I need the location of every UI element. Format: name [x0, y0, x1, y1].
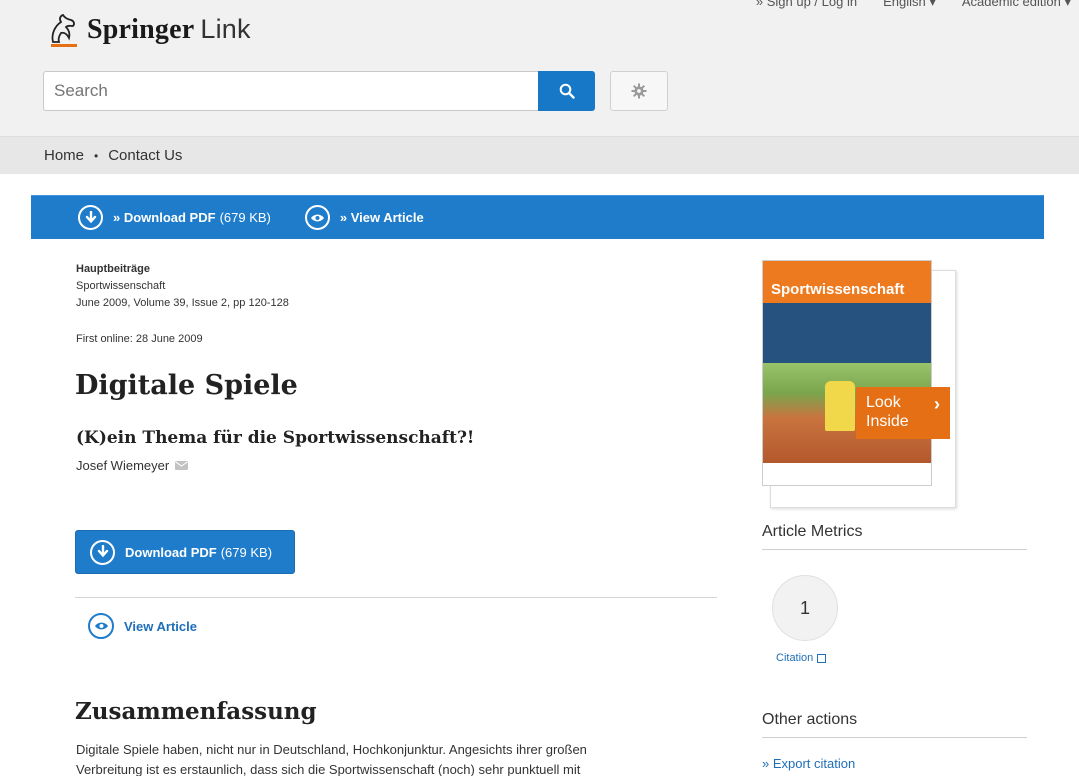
download-pdf-button[interactable]: Download PDF (679 KB) — [75, 530, 295, 574]
eye-icon — [304, 205, 330, 230]
article-metrics-heading: Article Metrics — [762, 523, 1027, 550]
cover-contents-block — [763, 303, 931, 363]
download-icon — [90, 539, 115, 565]
search-settings-button[interactable] — [610, 71, 668, 111]
springer-horse-icon — [45, 12, 81, 48]
edition-dropdown[interactable]: Academic edition ▾ — [962, 0, 1071, 10]
issue-info: June 2009, Volume 39, Issue 2, pp 120-12… — [76, 297, 289, 309]
view-article-label: View Article — [124, 618, 197, 634]
top-links: » Sign up / Log in English ▾ Academic ed… — [756, 0, 1071, 10]
mail-icon[interactable] — [175, 461, 189, 470]
springer-logo[interactable]: Springer Link — [45, 12, 251, 48]
signup-login-link[interactable]: » Sign up / Log in — [756, 0, 857, 10]
nav-contact-us[interactable]: Contact Us — [108, 147, 182, 164]
nav-separator: • — [94, 148, 99, 163]
logo-wordmark: Springer Link — [87, 14, 251, 45]
first-online: First online: 28 June 2009 — [76, 333, 203, 345]
eye-icon — [88, 613, 114, 639]
gear-icon — [631, 83, 647, 99]
abstract-heading: Zusammenfassung — [75, 698, 317, 725]
article-section: Hauptbeiträge — [76, 263, 150, 275]
bar-view-article[interactable]: » View Article — [304, 205, 424, 230]
citation-count-badge: 1 — [772, 575, 838, 641]
view-article-link[interactable]: View Article — [88, 613, 197, 639]
bar-download-pdf[interactable]: » Download PDF (679 KB) — [78, 205, 271, 230]
nav-home[interactable]: Home — [44, 147, 84, 164]
search-icon — [559, 83, 575, 99]
main-nav: Home • Contact Us — [0, 136, 1079, 174]
divider — [75, 597, 717, 598]
cover-athlete — [825, 381, 855, 431]
bar-view-label: » View Article — [339, 210, 424, 225]
bar-download-label: » Download PDF — [113, 210, 216, 225]
export-citation-link[interactable]: » Export citation — [762, 756, 855, 771]
journal-cover[interactable]: Sportwissenschaft — [762, 260, 956, 508]
bar-download-size: (679 KB) — [219, 210, 271, 225]
look-inside-label-2: Inside — [866, 413, 909, 430]
abstract-line: Digitale Spiele haben, nicht nur in Deut… — [76, 742, 587, 757]
download-label: Download PDF — [125, 544, 217, 560]
author-name[interactable]: Josef Wiemeyer — [76, 458, 169, 473]
look-inside-button[interactable]: Look Inside › — [856, 387, 950, 439]
citation-label: Citation — [776, 652, 814, 664]
search-input[interactable] — [44, 72, 538, 110]
look-inside-label-1: Look — [866, 394, 901, 411]
search-box — [43, 71, 538, 111]
cover-footer — [763, 463, 931, 485]
article-meta: Hauptbeiträge Sportwissenschaft June 200… — [76, 261, 289, 312]
site-header: Springer Link » Sign up / Log in English … — [0, 0, 1079, 136]
sticky-action-bar: » Download PDF (679 KB) » View Article — [31, 195, 1044, 239]
cover-front: Sportwissenschaft — [762, 260, 932, 486]
chevron-right-icon: › — [934, 394, 940, 414]
citation-link[interactable]: Citation — [776, 652, 827, 664]
author-row: Josef Wiemeyer — [76, 458, 189, 473]
download-icon — [78, 205, 103, 230]
article-title: Digitale Spiele — [75, 370, 298, 401]
abstract-text: Digitale Spiele haben, nicht nur in Deut… — [76, 740, 736, 776]
search-button[interactable] — [538, 71, 595, 111]
abstract-line: Verbreitung ist es erstaunlich, dass sic… — [76, 762, 581, 776]
language-dropdown[interactable]: English ▾ — [883, 0, 936, 10]
journal-name[interactable]: Sportwissenschaft — [76, 278, 289, 295]
other-actions-heading: Other actions — [762, 711, 1027, 738]
article-subtitle: (K)ein Thema für die Sportwissenschaft?! — [76, 428, 475, 448]
cover-journal-title: Sportwissenschaft — [771, 281, 905, 298]
external-link-icon — [817, 653, 827, 663]
download-size: (679 KB) — [220, 544, 273, 560]
